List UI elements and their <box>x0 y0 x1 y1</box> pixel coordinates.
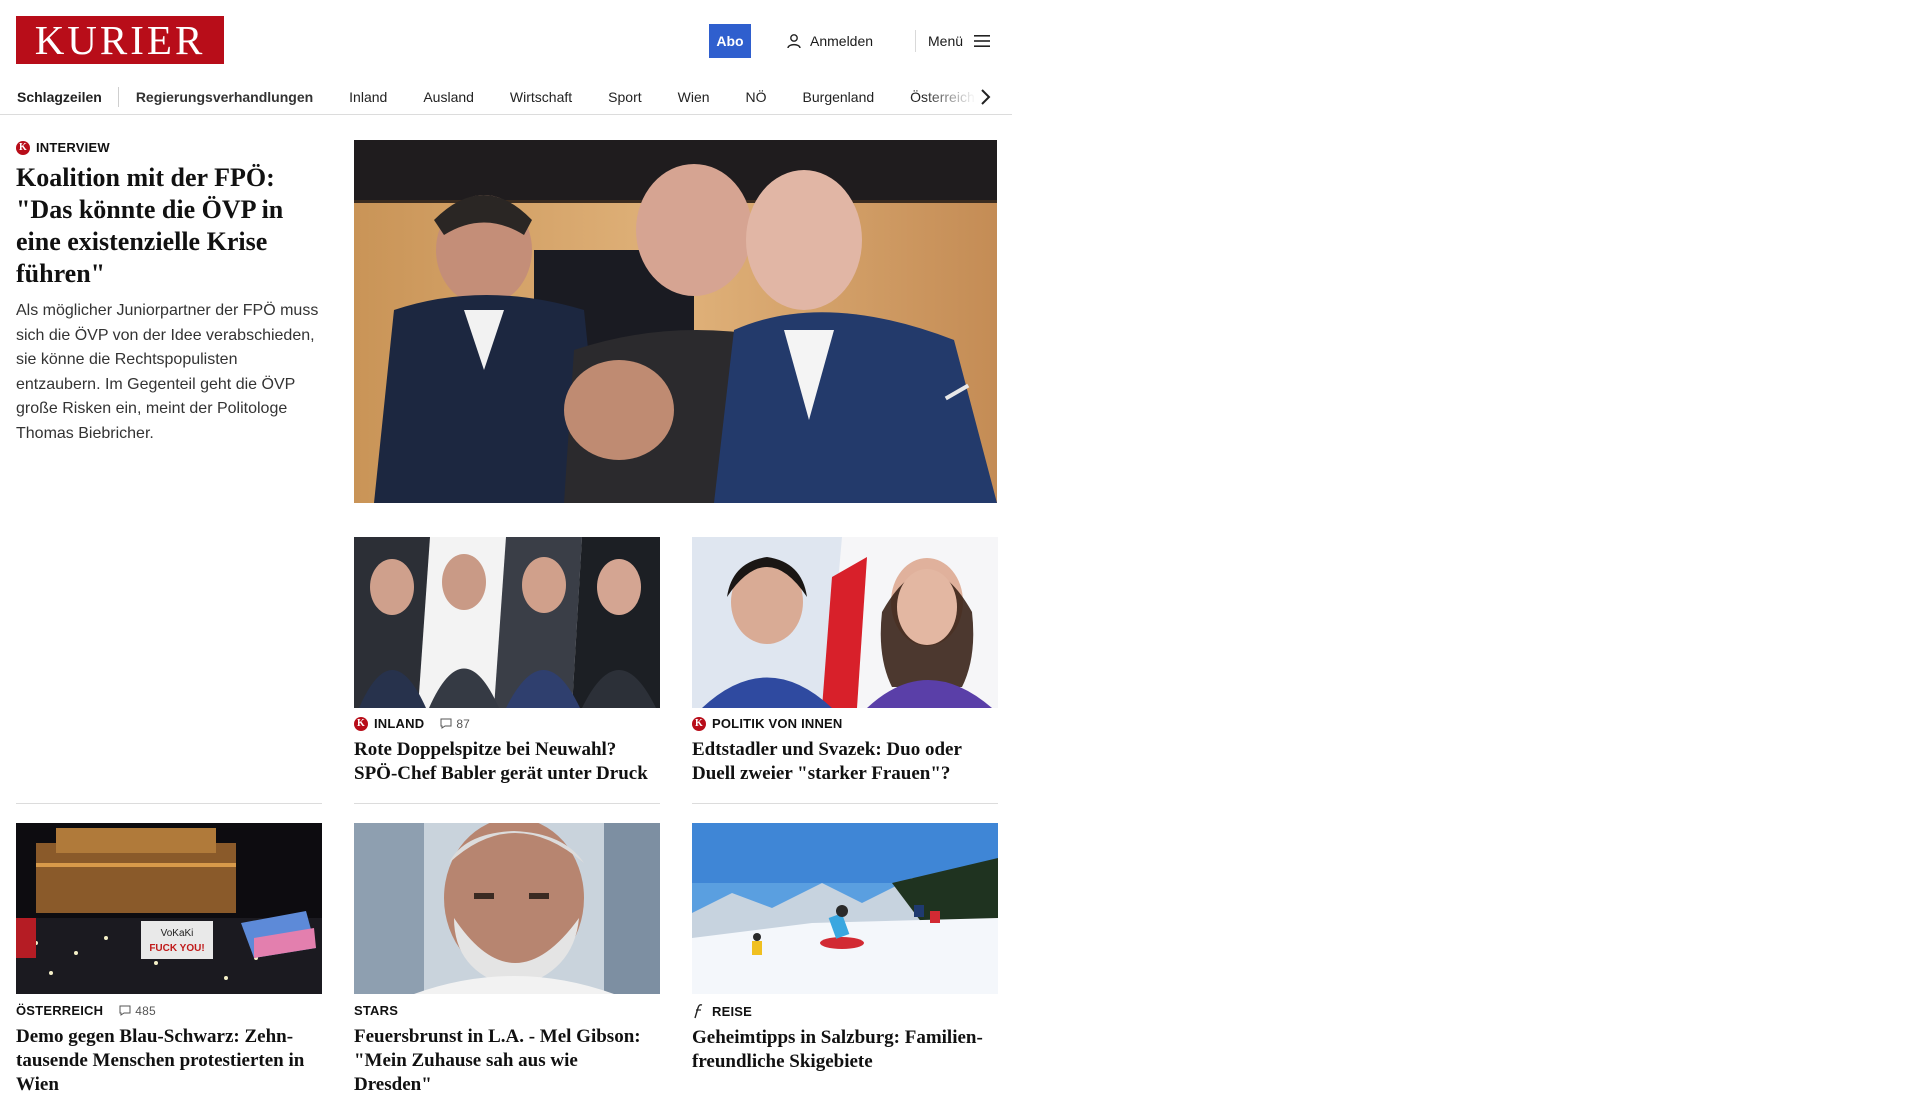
menu-button[interactable]: Menü <box>928 30 991 52</box>
article-4-headline[interactable]: Feuersbrunst in L.A. - Mel Gibson: "Mein… <box>354 1025 660 1097</box>
protest-sign-text-2: FUCK YOU! <box>149 943 204 954</box>
article-4-kicker-label: STARS <box>354 1003 399 1018</box>
nav-divider <box>117 87 119 107</box>
nav-item-burgenland[interactable]: Burgenland <box>803 89 875 105</box>
article-5-headline[interactable]: Geheimtipps in Salzburg: Familien­freund… <box>692 1026 998 1074</box>
nav-item-inland[interactable]: Inland <box>349 89 387 105</box>
article-3-comments[interactable]: 485 <box>119 1004 156 1018</box>
hamburger-icon <box>974 35 991 47</box>
comment-icon <box>440 718 452 729</box>
article-1-image[interactable] <box>354 537 660 708</box>
menu-label: Menü <box>928 33 964 49</box>
abo-button[interactable]: Abo <box>709 24 751 58</box>
article-3-kicker: ÖSTERREICH 485 <box>16 1003 322 1018</box>
nav-item-noe[interactable]: NÖ <box>746 89 767 105</box>
nav-item-regierungsverhandlungen[interactable]: Regierungsverhandlungen <box>136 89 313 105</box>
article-1-comment-count: 87 <box>456 716 471 731</box>
kurier-k-badge-icon: K <box>692 716 706 731</box>
article-3-comment-count: 485 <box>135 1003 156 1018</box>
article-4-kicker: STARS <box>354 1003 660 1018</box>
photo-edtstadler-svazek <box>692 537 998 708</box>
article-2-image[interactable] <box>692 537 998 708</box>
row-divider <box>16 803 322 804</box>
row-divider <box>692 803 998 804</box>
photo-ski-sledding <box>692 823 998 994</box>
article-1-kicker-label: INLAND <box>374 716 425 731</box>
nav-item-sport[interactable]: Sport <box>608 89 641 105</box>
article-2: K POLITIK VON INNEN Edtstadler und Svaze… <box>692 716 998 786</box>
nav-item-wirtschaft[interactable]: Wirtschaft <box>510 89 572 105</box>
comment-icon <box>119 1005 131 1016</box>
kurier-logo[interactable]: KURIER <box>16 16 224 64</box>
header-divider <box>915 30 916 52</box>
lead-headline[interactable]: Koalition mit der FPÖ: "Das könnte die Ö… <box>16 162 322 290</box>
kurier-k-badge-icon: K <box>16 140 30 155</box>
article-3-kicker-label: ÖSTERREICH <box>16 1003 104 1018</box>
lead-photo-politicians <box>354 140 997 503</box>
nav-item-wien[interactable]: Wien <box>678 89 710 105</box>
article-3-image[interactable]: VoKaKi FUCK YOU! <box>16 823 322 994</box>
login-button[interactable]: Anmelden <box>786 30 873 52</box>
lead-kicker-label: INTERVIEW <box>36 140 110 155</box>
article-1: K INLAND 87 Rote Doppelspitze bei Neuwah… <box>354 716 660 786</box>
article-1-comments[interactable]: 87 <box>440 717 470 731</box>
protest-sign-text-1: VoKaKi <box>161 928 194 939</box>
article-2-kicker-label: POLITIK VON INNEN <box>712 716 843 731</box>
article-5: REISE Geheimtipps in Salzburg: Familien­… <box>692 1003 998 1074</box>
nav-fade-overlay <box>922 80 1012 113</box>
freizeit-f-icon <box>694 1004 703 1019</box>
photo-spoe-politicians <box>354 537 660 708</box>
row-divider <box>354 803 660 804</box>
lead-kicker: K INTERVIEW <box>16 140 322 155</box>
user-icon <box>787 34 801 49</box>
article-5-kicker: REISE <box>692 1003 998 1019</box>
article-5-image[interactable] <box>692 823 998 994</box>
section-nav: Schlagzeilen Regierungsverhandlungen Inl… <box>0 80 1012 115</box>
lead-image[interactable] <box>354 140 997 503</box>
article-2-headline[interactable]: Edtstadler und Svazek: Duo oder Duell zw… <box>692 738 998 786</box>
kurier-k-badge-icon: K <box>354 716 368 731</box>
article-5-kicker-label: REISE <box>712 1003 753 1019</box>
header: KURIER Abo Anmelden Menü <box>0 0 1012 80</box>
photo-demo-hofburg: VoKaKi FUCK YOU! <box>16 823 322 994</box>
nav-item-ausland[interactable]: Ausland <box>423 89 474 105</box>
article-4-image[interactable] <box>354 823 660 994</box>
lead-article[interactable]: K INTERVIEW Koalition mit der FPÖ: "Das … <box>16 140 322 446</box>
nav-item-schlagzeilen[interactable]: Schlagzeilen <box>17 89 102 105</box>
login-label: Anmelden <box>810 33 874 49</box>
article-1-headline[interactable]: Rote Doppelspitze bei Neuwahl? SPÖ-Chef … <box>354 738 660 786</box>
lead-teaser: Als möglicher Juniorpartner der FPÖ muss… <box>16 302 319 442</box>
kurier-page: KURIER Abo Anmelden Menü Schlagzeilen Re… <box>0 0 1012 1095</box>
chevron-right-icon[interactable] <box>978 88 992 106</box>
photo-mel-gibson <box>354 823 660 994</box>
article-4: STARS Feuersbrunst in L.A. - Mel Gibson:… <box>354 1003 660 1097</box>
article-1-kicker: K INLAND 87 <box>354 716 660 731</box>
article-2-kicker: K POLITIK VON INNEN <box>692 716 998 731</box>
article-3: ÖSTERREICH 485 Demo gegen Blau-Schwarz: … <box>16 1003 322 1097</box>
article-3-headline[interactable]: Demo gegen Blau-Schwarz: Zehn­tausende M… <box>16 1025 322 1097</box>
